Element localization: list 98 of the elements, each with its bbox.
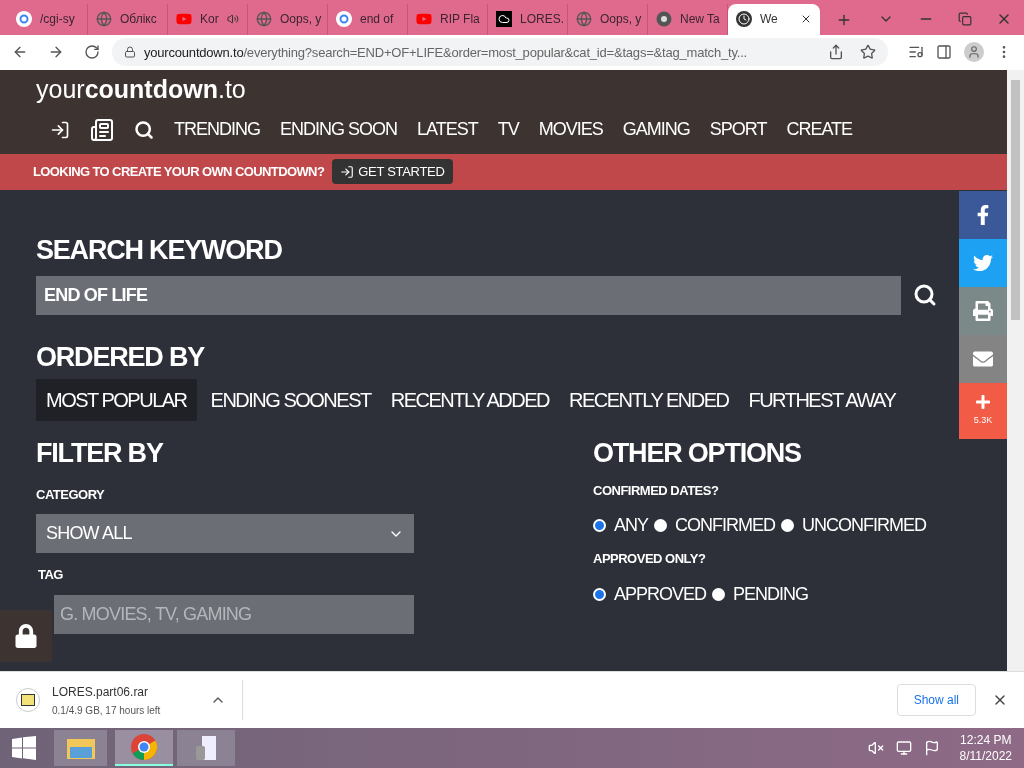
bookmark-icon[interactable] <box>860 44 876 61</box>
sort-option[interactable]: ENDING SOONEST <box>204 378 377 421</box>
get-started-button[interactable]: GET STARTED <box>332 159 453 185</box>
nav-link[interactable]: MOVIES <box>538 116 603 144</box>
globe-icon <box>576 11 592 28</box>
search-icon[interactable] <box>134 119 154 140</box>
section-heading: ORDERED BY <box>36 340 205 373</box>
globe-icon <box>256 11 272 28</box>
globe-icon <box>96 11 112 28</box>
facebook-button[interactable] <box>959 190 1007 239</box>
url-text: yourcountdown.to/everything?search=END+OF+LIFE&order=most_popular&cat_id=&tags=&tag_match_ty... <box>144 43 747 62</box>
sort-option[interactable]: FURTHEST AWAY <box>742 378 902 421</box>
radio-label[interactable]: ANY <box>614 512 648 540</box>
sort-option[interactable]: RECENTLY ADDED <box>384 378 555 421</box>
field-label: CATEGORY <box>36 485 105 504</box>
browser-tab[interactable]: /cgi-sy <box>8 3 88 35</box>
cloud-icon <box>496 11 512 28</box>
browser-tab[interactable]: RIP Fla <box>408 3 488 35</box>
muted-speaker-icon[interactable] <box>867 740 884 756</box>
sort-option[interactable]: RECENTLY ENDED <box>563 378 735 421</box>
nav-link[interactable]: LATEST <box>417 116 478 144</box>
tab-title: Облікс <box>120 11 157 29</box>
tab-title: end of <box>360 11 394 29</box>
field-label: TAG <box>37 566 63 585</box>
email-button[interactable] <box>959 334 1007 383</box>
browser-tab[interactable]: We <box>728 3 820 35</box>
browser-tab[interactable]: Oops, y <box>248 3 328 35</box>
radio-label[interactable]: UNCONFIRMED <box>802 512 926 540</box>
radio-button[interactable] <box>593 587 606 601</box>
address-bar[interactable]: yourcountdown.to/everything?search=END+OF+LIFE&order=most_popular&cat_id=&tags=&tag_match_ty... <box>112 38 888 67</box>
bird-icon <box>973 252 993 273</box>
restore-icon[interactable] <box>958 11 972 26</box>
sort-option[interactable]: MOST POPULAR <box>36 378 197 421</box>
browser-tab[interactable]: Облікс <box>88 3 168 35</box>
tab-title: Oops, y <box>600 11 642 29</box>
section-heading: SEARCH KEYWORD <box>36 233 282 266</box>
tab-title: We <box>760 11 778 29</box>
scrollbar[interactable] <box>1007 69 1024 672</box>
download-status: 0.1/4.9 GB, 17 hours left <box>52 703 162 718</box>
profile-icon[interactable] <box>964 42 984 63</box>
tab-title: /cgi-sy <box>40 11 75 29</box>
radio-button[interactable] <box>712 587 726 601</box>
radio-label[interactable]: APPROVED <box>614 580 707 608</box>
download-filename[interactable]: LORES.part06.rar <box>52 682 202 701</box>
tab-title: Oops, y <box>280 11 322 29</box>
site-logo[interactable]: yourcountdown.to <box>36 71 1007 106</box>
browser-tab[interactable]: LORES. <box>488 3 568 35</box>
clock-time: 12:24 PM <box>960 732 1012 748</box>
printer-icon <box>973 300 993 321</box>
category-select[interactable]: SHOW ALL <box>36 514 414 554</box>
nav-link[interactable]: TRENDING <box>174 116 260 144</box>
lock-button[interactable] <box>0 609 52 662</box>
show-all-button[interactable]: Show all <box>896 684 976 717</box>
share-icon[interactable] <box>828 44 844 61</box>
field-label: APPROVED ONLY? <box>593 550 706 569</box>
browser-tab[interactable]: Kor <box>168 3 248 35</box>
nav-link[interactable]: TV <box>497 116 519 144</box>
clock-icon <box>736 11 752 28</box>
section-heading: FILTER BY <box>36 436 163 470</box>
flag-icon[interactable] <box>923 740 940 756</box>
print-button[interactable] <box>959 286 1007 335</box>
radio-label[interactable]: CONFIRMED <box>675 512 775 540</box>
login-icon <box>340 164 355 179</box>
browser-tab[interactable]: end of <box>328 3 408 35</box>
radio-label[interactable]: PENDING <box>733 580 809 608</box>
tab-title: Kor <box>200 11 219 29</box>
field-label: CONFIRMED DATES? <box>593 481 719 500</box>
radio-button[interactable] <box>781 519 794 533</box>
radio-button[interactable] <box>654 519 667 533</box>
tab-title: LORES. <box>520 11 564 29</box>
side-panel-icon[interactable] <box>936 44 952 61</box>
network-icon[interactable] <box>895 740 912 756</box>
search-field[interactable]: END OF LIFE <box>36 275 901 315</box>
tab-title: New Ta <box>680 11 720 29</box>
login-icon[interactable] <box>50 119 70 140</box>
speaker-icon[interactable] <box>226 13 239 26</box>
plus-icon <box>975 394 991 411</box>
nav-link[interactable]: GAMING <box>622 116 690 144</box>
banner-text: LOOKING TO CREATE YOUR OWN COUNTDOWN? <box>33 163 325 182</box>
padlock-icon <box>14 623 38 648</box>
browser-tab[interactable]: Oops, y <box>568 3 648 35</box>
radio-button[interactable] <box>593 519 606 533</box>
tab-title: RIP Fla <box>440 11 480 29</box>
twitter-button[interactable] <box>959 238 1007 287</box>
clock[interactable]: 12:24 PM 8/11/2022 <box>959 732 1012 764</box>
lock-icon <box>124 46 136 59</box>
browser-tab[interactable]: New Ta <box>648 3 728 35</box>
newspaper-icon[interactable] <box>90 117 114 142</box>
search-icon[interactable] <box>913 283 937 308</box>
nav-link[interactable]: CREATE <box>786 116 853 144</box>
device-icon[interactable] <box>177 730 235 766</box>
clock-date: 8/11/2022 <box>959 748 1012 764</box>
reload-icon[interactable] <box>84 44 100 61</box>
section-heading: OTHER OPTIONS <box>593 436 801 470</box>
start-icon[interactable] <box>12 736 36 760</box>
share-count: 5.3K <box>973 414 993 428</box>
nav-link[interactable]: SPORT <box>709 116 767 144</box>
nav-link[interactable]: ENDING SOON <box>280 116 397 144</box>
